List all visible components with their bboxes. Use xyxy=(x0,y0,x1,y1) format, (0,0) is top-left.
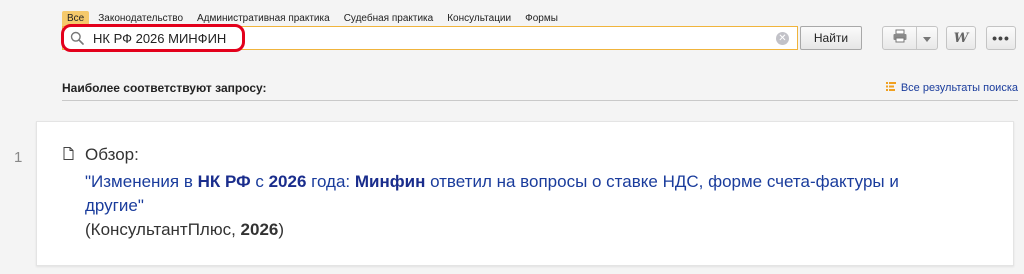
search-tabs: Все Законодательство Административная пр… xyxy=(62,9,567,27)
tab-forms[interactable]: Формы xyxy=(520,11,563,27)
text-segment: (КонсультантПлюс, xyxy=(85,220,241,239)
text-segment: с xyxy=(250,172,269,191)
tab-judicial-practice[interactable]: Судебная практика xyxy=(339,11,439,27)
export-word-button[interactable]: W xyxy=(946,26,976,50)
printer-icon xyxy=(892,29,908,48)
tab-legislation[interactable]: Законодательство xyxy=(93,11,188,27)
document-icon xyxy=(63,147,74,165)
search-input[interactable] xyxy=(93,28,776,48)
list-icon xyxy=(885,82,896,94)
more-options-button[interactable]: ••• xyxy=(986,26,1016,50)
tab-administrative-practice[interactable]: Административная практика xyxy=(192,11,335,27)
tab-consultations[interactable]: Консультации xyxy=(442,11,516,27)
result-type: Обзор: xyxy=(85,145,139,164)
tab-all[interactable]: Все xyxy=(62,11,90,27)
clear-search-icon[interactable]: ✕ xyxy=(776,31,789,45)
text-segment: года: xyxy=(306,172,355,191)
print-dropdown-button[interactable] xyxy=(917,27,937,49)
results-heading: Наиболее соответствуют запросу: xyxy=(62,81,267,95)
header-divider xyxy=(62,100,1018,101)
search-box: ✕ xyxy=(62,26,798,50)
result-title-link[interactable]: "Изменения в НК РФ с 2026 года: Минфин о… xyxy=(85,170,945,218)
all-results-link[interactable]: Все результаты поиска xyxy=(885,82,1018,94)
text-segment: ) xyxy=(278,220,285,239)
print-button-group xyxy=(882,26,938,50)
print-button[interactable] xyxy=(883,27,918,49)
result-source: (КонсультантПлюс, 2026) xyxy=(85,220,284,240)
all-results-label: Все результаты поиска xyxy=(900,82,1018,94)
search-icon xyxy=(69,30,85,46)
find-button[interactable]: Найти xyxy=(800,26,862,50)
chevron-down-icon xyxy=(923,29,932,47)
word-icon: W xyxy=(953,30,969,46)
text-segment: "Изменения в xyxy=(85,172,198,191)
highlighted-term: НК РФ xyxy=(197,172,251,191)
highlighted-term: 2026 xyxy=(240,220,279,239)
highlighted-term: Минфин xyxy=(354,172,426,191)
highlighted-term: 2026 xyxy=(268,172,307,191)
result-number: 1 xyxy=(14,149,23,166)
ellipsis-icon: ••• xyxy=(992,30,1010,46)
